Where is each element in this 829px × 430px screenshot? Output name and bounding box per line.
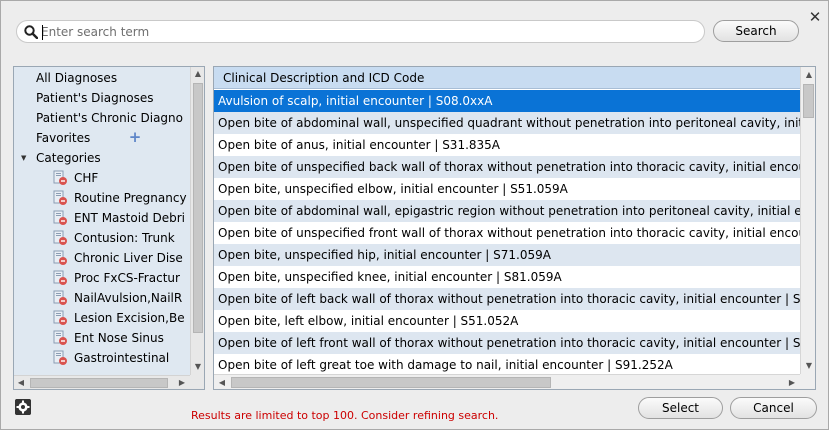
tree-item-label: Favorites xyxy=(36,131,91,145)
category-icon xyxy=(53,290,67,305)
results-vertical-scrollbar[interactable]: ▲ ▼ xyxy=(800,67,815,374)
category-icon xyxy=(53,350,67,365)
search-button[interactable]: Search xyxy=(713,20,799,42)
table-row[interactable]: Open bite of left great toe with damage … xyxy=(214,354,800,374)
tree-horizontal-scrollbar[interactable]: ◀ ▶ xyxy=(14,375,190,389)
tree-item-label: NailAvulsion,NailR xyxy=(74,291,183,305)
category-tree-panel: All Diagnoses Patient's Diagnoses Patien… xyxy=(13,66,205,390)
table-row[interactable]: Open bite of unspecified back wall of th… xyxy=(214,156,800,178)
scroll-left-arrow-icon[interactable]: ◀ xyxy=(14,376,28,389)
tree-item-label: Gastrointestinal xyxy=(74,351,170,365)
close-icon[interactable]: ✕ xyxy=(807,9,823,25)
results-table: Clinical Description and ICD Code Avulsi… xyxy=(214,67,800,374)
tree-item-label: Ent Nose Sinus xyxy=(74,331,164,345)
results-horizontal-scrollbar[interactable]: ◀ ▶ xyxy=(214,374,800,389)
tree-item-label: Patient's Chronic Diagno xyxy=(36,111,183,125)
tree-item-label: Chronic Liver Dise xyxy=(74,251,183,265)
select-button[interactable]: Select xyxy=(638,397,723,419)
tree-vertical-scrollbar[interactable]: ▲ ▼ xyxy=(190,67,204,375)
results-panel: Clinical Description and ICD Code Avulsi… xyxy=(213,66,816,390)
scroll-left-arrow-icon[interactable]: ◀ xyxy=(215,376,229,389)
tree-item-label: Lesion Excision,Be xyxy=(74,311,185,325)
scroll-thumb[interactable] xyxy=(30,378,168,388)
search-icon xyxy=(24,25,38,39)
tree-item-patients-diagnoses[interactable]: Patient's Diagnoses xyxy=(36,88,154,108)
tree-item-label: ENT Mastoid Debri xyxy=(74,211,185,225)
scroll-right-arrow-icon[interactable]: ▶ xyxy=(785,376,799,389)
table-row[interactable]: Open bite, unspecified elbow, initial en… xyxy=(214,178,800,200)
expand-arrow-icon[interactable]: ▼ xyxy=(21,148,26,168)
scrollbar-corner xyxy=(800,374,815,389)
tree-item-label: All Diagnoses xyxy=(36,71,118,85)
category-icon xyxy=(53,310,67,325)
category-icon xyxy=(53,210,67,225)
tree-item-label: Categories xyxy=(36,151,101,165)
gear-icon[interactable] xyxy=(15,399,31,415)
category-icon xyxy=(53,170,67,185)
tree-item-label: Proc FxCS-Fractur xyxy=(74,271,180,285)
status-message: Results are limited to top 100. Consider… xyxy=(191,409,499,422)
tree-item-categories[interactable]: ▼ Categories xyxy=(14,148,184,168)
scroll-down-arrow-icon[interactable]: ▼ xyxy=(191,360,204,374)
table-row[interactable]: Open bite, unspecified hip, initial enco… xyxy=(214,244,800,266)
diagnosis-search-dialog: ✕ Search All Diagnoses Patient's Diagnos… xyxy=(0,0,829,430)
category-icon xyxy=(53,270,67,285)
column-header[interactable]: Clinical Description and ICD Code xyxy=(214,67,800,89)
tree-item-patients-chronic-diagnoses[interactable]: Patient's Chronic Diagno xyxy=(36,108,183,128)
table-row[interactable]: Open bite, left elbow, initial encounter… xyxy=(214,310,800,332)
search-box[interactable] xyxy=(16,20,705,43)
tree-item-all-diagnoses[interactable]: All Diagnoses xyxy=(36,68,117,88)
table-row[interactable]: Open bite of unspecified front wall of t… xyxy=(214,222,800,244)
category-icon xyxy=(53,230,67,245)
search-input[interactable] xyxy=(41,23,691,41)
scrollbar-corner xyxy=(190,375,204,389)
tree-item-favorites[interactable]: Favorites + xyxy=(36,128,156,148)
table-row[interactable]: Open bite of abdominal wall, epigastric … xyxy=(214,200,800,222)
plus-icon[interactable]: + xyxy=(128,130,142,145)
scroll-right-arrow-icon[interactable]: ▶ xyxy=(175,376,189,389)
text-caret xyxy=(42,25,43,40)
category-icon xyxy=(53,250,67,265)
category-icon xyxy=(53,330,67,345)
tree-item-label: Patient's Diagnoses xyxy=(36,91,154,105)
scroll-up-arrow-icon[interactable]: ▲ xyxy=(191,67,204,81)
tree-item-label: Routine Pregnancy xyxy=(74,191,187,205)
table-row[interactable]: Open bite of anus, initial encounter | S… xyxy=(214,134,800,156)
cancel-button[interactable]: Cancel xyxy=(730,397,817,419)
tree-item-label: CHF xyxy=(74,171,99,185)
table-row[interactable]: Open bite of abdominal wall, unspecified… xyxy=(214,112,800,134)
scroll-down-arrow-icon[interactable]: ▼ xyxy=(802,359,815,373)
scroll-thumb[interactable] xyxy=(193,83,203,333)
scroll-thumb[interactable] xyxy=(803,84,814,118)
category-tree: All Diagnoses Patient's Diagnoses Patien… xyxy=(14,67,190,375)
table-row[interactable]: Open bite of left back wall of thorax wi… xyxy=(214,288,800,310)
category-icon xyxy=(53,190,67,205)
table-row[interactable]: Open bite, unspecified knee, initial enc… xyxy=(214,266,800,288)
table-row[interactable]: Avulsion of scalp, initial encounter | S… xyxy=(214,90,800,112)
tree-item-label: Contusion: Trunk xyxy=(74,231,175,245)
scroll-thumb[interactable] xyxy=(231,377,551,388)
scroll-up-arrow-icon[interactable]: ▲ xyxy=(802,68,815,82)
table-row[interactable]: Open bite of left front wall of thorax w… xyxy=(214,332,800,354)
